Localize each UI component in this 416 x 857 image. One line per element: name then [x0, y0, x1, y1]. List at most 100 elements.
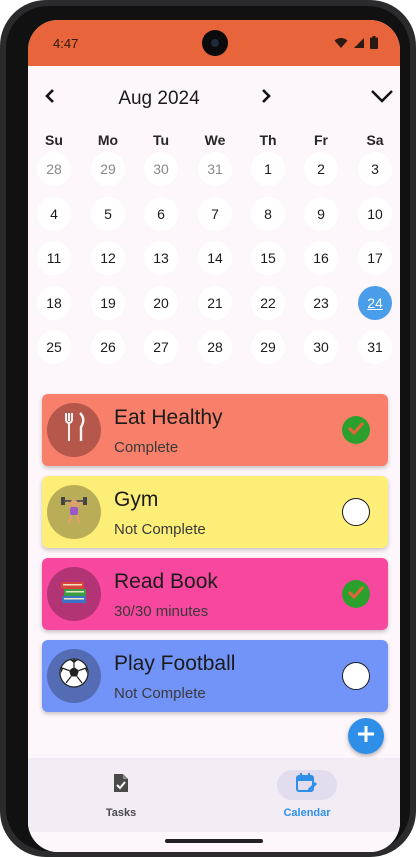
nav-item-tasks[interactable]: Tasks — [28, 758, 214, 832]
bottom-navigation: Tasks Calendar — [28, 758, 400, 832]
calendar-day[interactable]: 29 — [251, 330, 285, 364]
habit-status: Not Complete — [114, 685, 206, 702]
calendar-day[interactable]: 22 — [251, 286, 285, 320]
calendar-day[interactable]: 20 — [144, 286, 178, 320]
fork-knife-icon — [60, 411, 88, 450]
calendar-day[interactable]: 28 — [37, 152, 71, 186]
habit-title: Play Football — [114, 652, 236, 675]
weightlifter-icon — [58, 493, 90, 532]
calendar-day[interactable]: 4 — [37, 197, 71, 231]
weekday-row: Su Mo Tu We Th Fr Sa — [28, 132, 400, 152]
calendar-format-button[interactable] — [368, 86, 396, 110]
phone-bezel: 4:47 Aug 2024 Su Mo Tu We Th Fr Sa 28 29… — [6, 6, 410, 852]
checkmark-icon — [347, 421, 365, 440]
calendar-day[interactable]: 21 — [198, 286, 232, 320]
habit-title: Read Book — [114, 570, 218, 593]
habit-card-read-book[interactable]: Read Book 30/30 minutes — [42, 558, 388, 630]
status-icons — [334, 36, 378, 54]
plus-icon — [356, 724, 376, 749]
nav-indicator — [91, 770, 151, 800]
chevron-down-icon — [370, 89, 394, 108]
calendar-day[interactable]: 18 — [37, 286, 71, 320]
calendar-day[interactable]: 1 — [251, 152, 285, 186]
calendar-day[interactable]: 31 — [198, 152, 232, 186]
chevron-left-icon — [43, 88, 57, 109]
books-icon — [58, 576, 90, 613]
calendar-day[interactable]: 7 — [198, 197, 232, 231]
calendar-day[interactable]: 25 — [37, 330, 71, 364]
nav-label: Tasks — [105, 807, 137, 819]
calendar-day[interactable]: 5 — [91, 197, 125, 231]
add-habit-button[interactable] — [348, 718, 384, 754]
calendar-day[interactable]: 6 — [144, 197, 178, 231]
nav-indicator-active — [277, 770, 337, 800]
soccer-ball-icon — [58, 657, 90, 696]
calendar-day[interactable]: 12 — [91, 241, 125, 275]
habit-avatar — [47, 649, 101, 703]
habit-complete-toggle[interactable] — [342, 416, 370, 444]
nav-item-calendar[interactable]: Calendar — [214, 758, 400, 832]
calendar-day[interactable]: 31 — [358, 330, 392, 364]
home-indicator[interactable] — [165, 839, 263, 843]
calendar-day[interactable]: 27 — [144, 330, 178, 364]
habit-complete-toggle[interactable] — [342, 662, 370, 690]
calendar-day[interactable]: 15 — [251, 241, 285, 275]
weekday-label: Su — [45, 132, 63, 148]
habit-complete-toggle[interactable] — [342, 580, 370, 608]
nav-label: Calendar — [283, 807, 331, 819]
habit-avatar — [47, 567, 101, 621]
calendar-day[interactable]: 30 — [144, 152, 178, 186]
weekday-label: Fr — [314, 132, 328, 148]
calendar-day[interactable]: 11 — [37, 241, 71, 275]
habit-title: Gym — [114, 488, 159, 511]
habit-status: 30/30 minutes — [114, 603, 209, 620]
next-month-button[interactable] — [254, 86, 278, 110]
habit-title: Eat Healthy — [114, 406, 223, 429]
task-document-icon — [112, 773, 130, 798]
calendar-day[interactable]: 19 — [91, 286, 125, 320]
calendar-day[interactable]: 26 — [91, 330, 125, 364]
front-camera — [202, 30, 228, 56]
calendar-day[interactable]: 29 — [91, 152, 125, 186]
checkmark-icon — [347, 585, 365, 604]
weekday-label: Sa — [366, 132, 384, 148]
phone-frame: 4:47 Aug 2024 Su Mo Tu We Th Fr Sa 28 29… — [0, 0, 416, 857]
habit-card-eat-healthy[interactable]: Eat Healthy Complete — [42, 394, 388, 466]
habit-avatar — [47, 485, 101, 539]
weekday-label: Mo — [97, 132, 119, 148]
calendar-day[interactable]: 30 — [304, 330, 338, 364]
calendar-day-selected[interactable]: 24 — [358, 286, 392, 320]
wifi-icon — [334, 36, 348, 54]
calendar-day[interactable]: 14 — [198, 241, 232, 275]
prev-month-button[interactable] — [38, 86, 62, 110]
habit-avatar — [47, 403, 101, 457]
habit-card-play-football[interactable]: Play Football Not Complete — [42, 640, 388, 712]
calendar-day[interactable]: 23 — [304, 286, 338, 320]
habit-card-gym[interactable]: Gym Not Complete — [42, 476, 388, 548]
habit-status: Complete — [114, 439, 179, 456]
calendar-day[interactable]: 16 — [304, 241, 338, 275]
calendar-day[interactable]: 8 — [251, 197, 285, 231]
calendar-day[interactable]: 13 — [144, 241, 178, 275]
habit-complete-toggle[interactable] — [342, 498, 370, 526]
status-bar: 4:47 — [28, 20, 400, 66]
app-content: Aug 2024 Su Mo Tu We Th Fr Sa 28 29 30 3… — [28, 66, 400, 852]
calendar-day[interactable]: 9 — [304, 197, 338, 231]
habit-status: Not Complete — [114, 521, 206, 538]
weekday-label: Tu — [152, 132, 170, 148]
battery-icon — [370, 36, 378, 54]
phone-screen: 4:47 Aug 2024 Su Mo Tu We Th Fr Sa 28 29… — [28, 20, 400, 852]
chevron-right-icon — [259, 88, 273, 109]
calendar-header: Aug 2024 — [28, 66, 400, 126]
calendar-day[interactable]: 3 — [358, 152, 392, 186]
calendar-day[interactable]: 17 — [358, 241, 392, 275]
month-label: Aug 2024 — [118, 88, 200, 109]
status-time: 4:47 — [53, 36, 79, 51]
signal-icon — [353, 36, 365, 54]
calendar-edit-icon — [296, 772, 318, 798]
weekday-label: Th — [259, 132, 277, 148]
calendar-day[interactable]: 10 — [358, 197, 392, 231]
calendar-day[interactable]: 2 — [304, 152, 338, 186]
weekday-label: We — [204, 132, 226, 148]
calendar-day[interactable]: 28 — [198, 330, 232, 364]
